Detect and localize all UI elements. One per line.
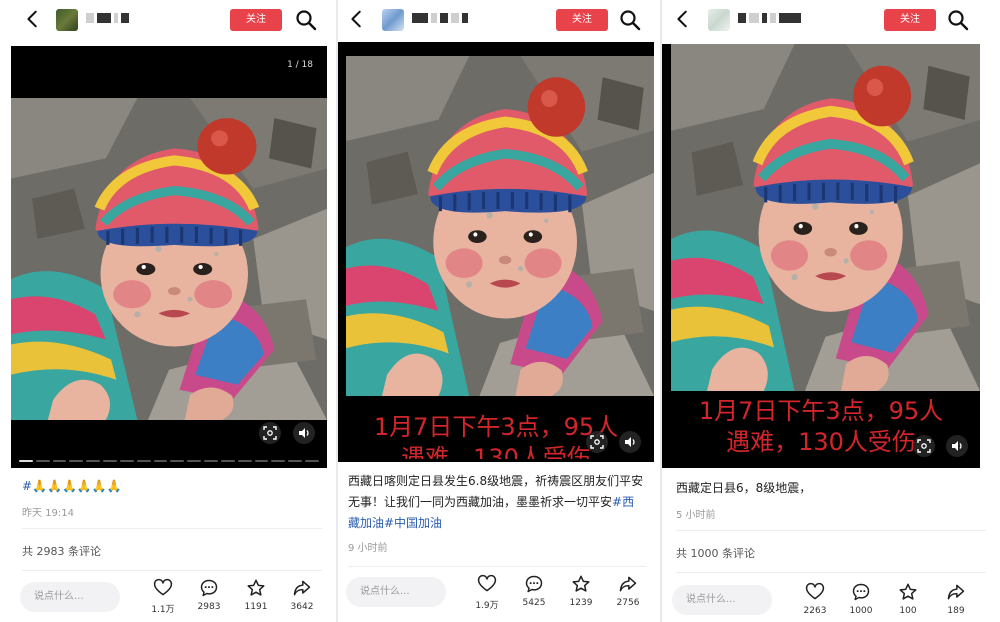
heart-icon [477,574,497,594]
post-panel-middle: 关注 1月7日下午3点，95人 遇难，130人受伤 西藏日喀则定日县发生6.8级… [338,0,660,622]
post-time: 昨天 19:14 [22,508,74,519]
username-blurred[interactable] [412,11,468,25]
comment-count[interactable]: 共 2983 条评论 [22,543,101,559]
comment-button[interactable]: 1000 [841,582,881,616]
post-text: #🙏🙏🙏🙏🙏🙏 [22,476,322,497]
post-image [671,44,980,391]
divider [676,530,986,531]
post-image [11,98,327,420]
comment-button[interactable]: 5425 [514,574,554,608]
comment-icon [199,578,219,598]
video-caption: 1月7日下午3点，95人 遇难，130人受伤 [338,412,654,459]
post-panel-left: 关注 1 / 18 #🙏🙏🙏🙏🙏🙏 昨天 19:14 共 2983 条评论 说点… [0,0,336,622]
comment-icon [851,582,871,602]
post-hashtag[interactable]: #🙏🙏🙏🙏🙏🙏 [22,479,122,493]
post-panel-right: 关注 1月7日下午3点，95人 遇难，130人受伤 西藏定日县6，8级地震， 5… [662,0,1000,622]
share-icon [618,574,638,594]
comment-button[interactable]: 2983 [189,578,229,612]
image-carousel[interactable]: 1 / 18 [11,46,327,468]
search-icon[interactable] [618,8,642,32]
post-time: 5 小时前 [676,510,716,521]
post-text: 西藏日喀则定日县发生6.8级地震，祈祷震区朋友们平安无事！让我们一同为西藏加油，… [348,471,646,534]
share-button[interactable]: 2756 [608,574,648,608]
video-caption-line: 1月7日下午3点，95人 [698,397,944,425]
username-blurred[interactable] [86,11,129,25]
comment-total: 5425 [522,598,546,608]
heart-icon [153,578,173,598]
like-count: 1.9万 [475,601,499,611]
volume-button[interactable] [946,435,968,457]
divider [348,566,646,567]
scan-button[interactable] [259,422,281,444]
search-icon[interactable] [294,8,318,32]
favorite-button[interactable]: 100 [888,582,928,616]
avatar[interactable] [708,9,730,31]
favorite-button[interactable]: 1191 [236,578,276,612]
divider [22,570,322,571]
post-text: 西藏定日县6，8级地震， [676,481,812,495]
share-icon [292,578,312,598]
comment-total: 1000 [849,606,873,616]
post-image [346,56,654,396]
carousel-progress [19,460,319,462]
share-button[interactable]: 3642 [282,578,322,612]
volume-button[interactable] [293,422,315,444]
divider [676,572,986,573]
share-count: 2756 [616,598,640,608]
avatar[interactable] [56,9,78,31]
video-player[interactable]: 1月7日下午3点，95人 遇难，130人受伤 [338,42,654,462]
username-blurred[interactable] [738,11,801,25]
share-button[interactable]: 189 [936,582,976,616]
back-icon[interactable] [22,8,44,30]
top-bar: 关注 [0,0,336,40]
comment-total: 2983 [197,602,221,612]
comment-input[interactable]: 说点什么... [672,585,772,615]
follow-button[interactable]: 关注 [556,9,608,31]
comment-input[interactable]: 说点什么... [346,577,446,607]
divider [22,528,322,529]
favorite-button[interactable]: 1239 [561,574,601,608]
back-icon[interactable] [346,8,368,30]
avatar[interactable] [382,9,404,31]
top-bar: 关注 [338,0,660,40]
back-icon[interactable] [672,8,694,30]
like-button[interactable]: 2263 [795,582,835,616]
like-button[interactable]: 1.9万 [467,574,507,611]
video-player[interactable]: 1月7日下午3点，95人 遇难，130人受伤 [662,44,980,468]
follow-button[interactable]: 关注 [884,9,936,31]
share-count: 3642 [290,602,314,612]
like-button[interactable]: 1.1万 [143,578,183,615]
favorite-count: 100 [899,606,917,616]
star-icon [246,578,266,598]
star-icon [898,582,918,602]
share-icon [946,582,966,602]
scan-button[interactable] [586,431,608,453]
top-bar: 关注 [662,0,1000,40]
search-icon[interactable] [946,8,970,32]
comment-icon [524,574,544,594]
share-count: 189 [947,606,965,616]
star-icon [571,574,591,594]
like-count: 2263 [803,606,827,616]
scan-button[interactable] [913,435,935,457]
volume-button[interactable] [619,431,641,453]
image-counter: 1 / 18 [287,60,313,70]
follow-button[interactable]: 关注 [230,9,282,31]
post-time: 9 小时前 [348,543,388,554]
favorite-count: 1191 [244,602,268,612]
heart-icon [805,582,825,602]
like-count: 1.1万 [151,605,175,615]
comment-input[interactable]: 说点什么... [20,582,120,612]
post-body: 西藏日喀则定日县发生6.8级地震，祈祷震区朋友们平安无事！让我们一同为西藏加油，… [348,474,644,509]
favorite-count: 1239 [569,598,593,608]
comment-count[interactable]: 共 1000 条评论 [676,545,755,561]
